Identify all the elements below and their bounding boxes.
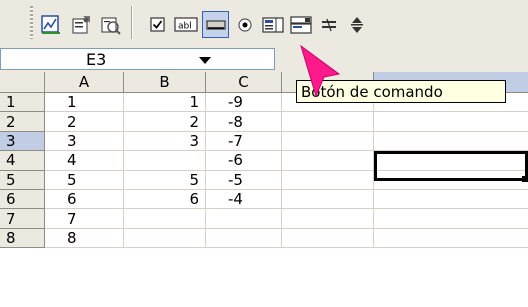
combobox-control-icon[interactable] (287, 11, 314, 38)
properties-icon[interactable] (67, 11, 94, 38)
command-button-icon[interactable] (202, 11, 229, 38)
cell-a[interactable]: 2 (45, 112, 124, 132)
row-header[interactable]: 4 (0, 151, 45, 171)
name-box-value: E3 (86, 50, 107, 69)
cell-e[interactable] (374, 228, 528, 249)
svg-text:abl: abl (178, 21, 192, 31)
cell-c[interactable] (206, 209, 282, 229)
cell-c[interactable]: -6 (206, 151, 282, 171)
cell-a[interactable]: 7 (45, 209, 124, 229)
cell-b[interactable] (124, 209, 206, 229)
cell-c[interactable]: -4 (206, 190, 282, 210)
textbox-control-icon[interactable]: abl (172, 11, 199, 38)
cell-d[interactable] (282, 170, 374, 190)
column-header-b[interactable]: B (124, 72, 206, 93)
design-mode-icon[interactable] (37, 11, 64, 38)
select-all-corner[interactable] (0, 72, 45, 93)
view-code-icon[interactable] (96, 11, 123, 38)
row-header[interactable]: 2 (0, 112, 45, 132)
cell-b[interactable]: 3 (124, 131, 206, 152)
cell-d[interactable] (282, 190, 374, 210)
cell-a[interactable]: 4 (45, 151, 124, 171)
column-header-c[interactable]: C (206, 72, 282, 93)
cell-c[interactable] (206, 228, 282, 249)
row-header[interactable]: 3 (0, 131, 45, 152)
toolbar-grip[interactable] (30, 6, 33, 39)
row-header[interactable]: 7 (0, 209, 45, 229)
cell-a[interactable]: 5 (45, 170, 124, 190)
cell-a[interactable]: 3 (45, 131, 124, 152)
cell-b[interactable]: 1 (124, 93, 206, 113)
chevron-down-icon[interactable] (199, 57, 211, 64)
cell-b[interactable] (124, 228, 206, 249)
cell-a[interactable]: 1 (45, 93, 124, 113)
name-box[interactable]: E3 (0, 48, 275, 70)
cell-a[interactable]: 8 (45, 228, 124, 249)
option-button-icon[interactable] (231, 11, 258, 38)
cell-b[interactable]: 2 (124, 112, 206, 132)
cell-d[interactable] (282, 151, 374, 171)
cell-b[interactable] (124, 151, 206, 171)
mouse-pointer-icon (300, 44, 341, 98)
spinbutton-control-icon[interactable] (343, 11, 370, 38)
cell-c[interactable]: -9 (206, 93, 282, 113)
cell-a[interactable]: 6 (45, 190, 124, 210)
cell-e[interactable] (374, 209, 528, 229)
listbox-control-icon[interactable] (259, 11, 286, 38)
toolbar-separator (131, 6, 133, 39)
row-header[interactable]: 5 (0, 170, 45, 190)
cell-c[interactable]: -8 (206, 112, 282, 132)
spreadsheet-grid: A B C 1 1 1 -9 2 2 2 -8 3 3 3 -7 4 4 -6 5 5 5 -5 6 6 6 -4 7 7 8 8 (0, 72, 528, 307)
active-cell-e3[interactable] (374, 151, 528, 181)
cell-e[interactable] (374, 112, 528, 132)
togglebutton-control-icon[interactable] (315, 11, 342, 38)
cell-d[interactable] (282, 112, 374, 132)
cell-d[interactable] (282, 131, 374, 152)
controls-toolbar: abl (0, 0, 528, 45)
cell-e[interactable] (374, 131, 528, 152)
cell-e[interactable] (374, 190, 528, 210)
cell-d[interactable] (282, 228, 374, 249)
fill-handle[interactable] (522, 176, 528, 182)
row-header[interactable]: 6 (0, 190, 45, 210)
cell-d[interactable] (282, 209, 374, 229)
cell-b[interactable]: 6 (124, 190, 206, 210)
cell-b[interactable]: 5 (124, 170, 206, 190)
column-header-a[interactable]: A (45, 72, 124, 93)
cell-c[interactable]: -5 (206, 170, 282, 190)
cell-c[interactable]: -7 (206, 131, 282, 152)
row-header[interactable]: 1 (0, 93, 45, 113)
checkbox-control-icon[interactable] (144, 11, 171, 38)
row-header[interactable]: 8 (0, 228, 45, 249)
